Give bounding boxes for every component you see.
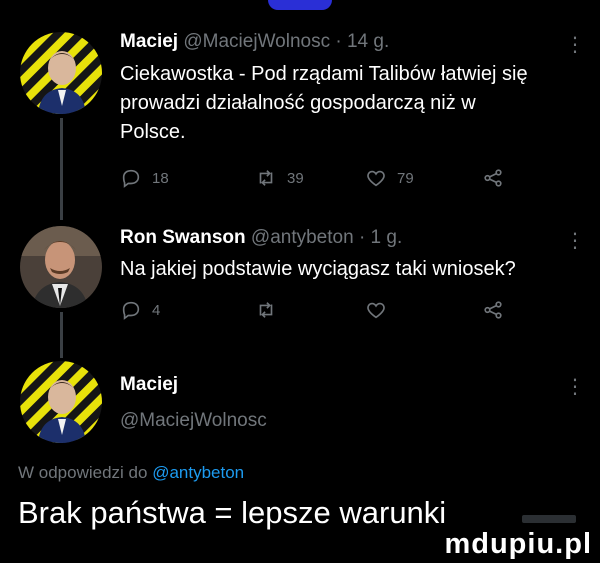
reply-count: 18: [152, 169, 169, 187]
avatar-maciej[interactable]: [20, 361, 102, 443]
timestamp[interactable]: 1 g.: [371, 227, 403, 248]
like-button[interactable]: 79: [365, 165, 414, 191]
share-icon: [484, 301, 502, 319]
timestamp[interactable]: 14 g.: [347, 31, 389, 52]
retweet-count: 39: [287, 169, 304, 187]
reply-prefix: W odpowiedzi do: [18, 463, 153, 482]
tweet-actions: 4: [120, 297, 540, 323]
top-pill: [268, 0, 332, 10]
tweet-header: Ron Swanson @antybeton · 1 g.: [120, 227, 402, 249]
avatar-image: [20, 361, 102, 443]
thread-line: [60, 118, 63, 220]
main-tweet-name: Maciej: [120, 374, 178, 396]
display-name[interactable]: Maciej: [120, 31, 178, 52]
reply-icon: [122, 301, 140, 320]
top-bar: [0, 0, 600, 22]
reply-icon: [122, 169, 140, 188]
reply-mention-link[interactable]: @antybeton: [152, 463, 244, 482]
share-button[interactable]: [482, 297, 504, 323]
tweet-text: Na jakiej podstawie wyciągasz taki wnios…: [120, 258, 516, 280]
separator-dot: ·: [358, 227, 366, 248]
watermark: mdupiu.pl: [444, 528, 592, 560]
like-count: 79: [397, 169, 414, 187]
avatar-image: [20, 32, 102, 114]
retweet-icon: [259, 170, 273, 186]
reply-button[interactable]: 18: [120, 165, 169, 191]
more-icon[interactable]: ⋮: [565, 228, 585, 253]
more-icon[interactable]: ⋮: [565, 32, 585, 57]
share-button[interactable]: [482, 165, 504, 191]
user-handle[interactable]: @MaciejWolnosc: [120, 410, 267, 431]
user-handle[interactable]: @antybeton: [251, 227, 354, 248]
main-tweet-handle: @MaciejWolnosc: [120, 410, 267, 432]
watermark-hat-icon: [522, 515, 576, 523]
avatar-ron-swanson[interactable]: [20, 226, 102, 308]
like-icon: [367, 302, 385, 319]
like-button[interactable]: [365, 297, 397, 323]
separator-dot: ·: [335, 31, 342, 52]
user-handle[interactable]: @MaciejWolnosc: [183, 31, 330, 52]
reply-button[interactable]: 4: [120, 297, 160, 323]
reply-count: 4: [152, 301, 161, 319]
retweet-button[interactable]: [255, 297, 287, 323]
display-name[interactable]: Maciej: [120, 374, 178, 395]
tweet-actions: 18 39 79: [120, 165, 540, 191]
tweet-header: Maciej @MaciejWolnosc · 14 g.: [120, 31, 389, 53]
thread-line: [60, 312, 63, 358]
tweet-text: Ciekawostka - Pod rządami Talibów łatwie…: [120, 63, 528, 143]
retweet-icon: [259, 302, 273, 318]
avatar-image: [20, 226, 102, 308]
avatar-maciej[interactable]: [20, 32, 102, 114]
display-name[interactable]: Ron Swanson: [120, 227, 246, 248]
reply-context: W odpowiedzi do @antybeton: [18, 463, 244, 483]
share-icon: [484, 169, 502, 187]
main-tweet-text: Brak państwa = lepsze warunki: [18, 495, 447, 530]
more-icon[interactable]: ⋮: [565, 374, 585, 399]
retweet-button[interactable]: 39: [255, 165, 304, 191]
like-icon: [367, 170, 385, 187]
